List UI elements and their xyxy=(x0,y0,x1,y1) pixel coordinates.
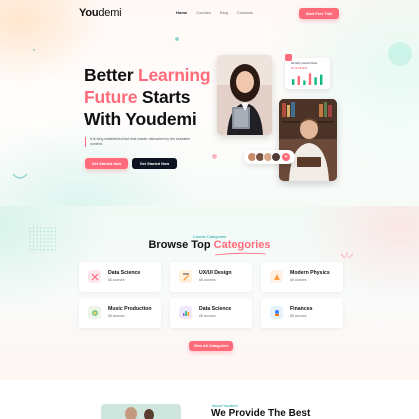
category-name: Music Production xyxy=(108,306,152,312)
hero-title: Better Learning Future Starts With Youde… xyxy=(84,64,211,130)
hero-photo-student-man xyxy=(279,99,337,181)
stats-mini-chart xyxy=(292,73,323,85)
atom-icon xyxy=(270,270,283,283)
category-name: UX/UI Design xyxy=(199,270,232,276)
stats-bar xyxy=(314,77,317,85)
stats-bar xyxy=(303,80,306,85)
category-course-count: 68 courses xyxy=(199,314,216,318)
music-icon xyxy=(88,306,101,319)
stats-bar xyxy=(292,79,295,85)
category-course-count: 68 courses xyxy=(108,278,125,282)
more-avatars-button[interactable]: + xyxy=(281,152,291,162)
category-card[interactable]: Modern Physics 68 courses xyxy=(261,262,343,292)
student-avatars: + xyxy=(244,150,295,164)
man-illustration xyxy=(279,99,337,181)
hero-title-highlight: Future xyxy=(84,87,138,107)
about-section xyxy=(0,380,419,419)
categories-title-part: Browse Top xyxy=(148,239,214,251)
start-free-trial-button[interactable]: Start Free Trial xyxy=(299,8,339,19)
category-card[interactable]: Music Production 68 courses xyxy=(79,298,161,328)
hero-section: Youdemi Home Courses Blog Contacts Start… xyxy=(0,0,419,206)
top-navbar: Youdemi Home Courses Blog Contacts Start… xyxy=(0,0,419,28)
category-name: Data Science xyxy=(199,306,232,312)
deco-dot-teal xyxy=(175,37,179,41)
category-course-count: 68 courses xyxy=(290,314,307,318)
about-photo xyxy=(101,404,181,419)
avatar xyxy=(271,152,281,162)
category-course-count: 68 courses xyxy=(290,278,307,282)
woman-illustration xyxy=(217,55,272,135)
categories-section xyxy=(0,206,419,380)
main-nav: Home Courses Blog Contacts xyxy=(176,10,253,15)
category-course-count: 68 courses xyxy=(108,314,125,318)
stats-bar xyxy=(297,75,300,85)
stats-tag-icon xyxy=(285,54,292,61)
nav-home[interactable]: Home xyxy=(176,10,187,15)
view-all-categories-button[interactable]: View All Categories xyxy=(189,341,233,351)
landing-page: Youdemi Home Courses Blog Contacts Start… xyxy=(0,0,419,419)
data-icon xyxy=(179,306,192,319)
category-card[interactable]: Data Science 68 courses xyxy=(79,262,161,292)
deco-blob-right xyxy=(388,42,412,66)
get-started-button-secondary[interactable]: Get Started Now xyxy=(132,158,177,169)
nav-courses[interactable]: Courses xyxy=(196,10,211,15)
hero-title-part: Starts xyxy=(137,87,191,107)
stats-bar xyxy=(320,74,323,85)
category-card[interactable]: UX/UI Design 68 courses xyxy=(170,262,252,292)
deco-smile-icon xyxy=(12,173,28,179)
about-illustration xyxy=(101,404,181,419)
category-name: Data Science xyxy=(108,270,141,276)
growth-stats-card: Monthly Growth Rate At of 23 Bits xyxy=(285,58,330,89)
nav-blog[interactable]: Blog xyxy=(220,10,228,15)
hero-title-part: Better xyxy=(84,65,139,85)
categories-title-highlight: Categories xyxy=(213,239,271,251)
hero-title-part: With Youdemi xyxy=(84,109,197,129)
get-started-button-primary[interactable]: Get Started Now xyxy=(85,158,128,169)
category-name: Finances xyxy=(290,306,313,312)
deco-dot-pink xyxy=(212,154,217,159)
category-card[interactable]: Data Science 68 courses xyxy=(170,298,252,328)
category-course-count: 68 courses xyxy=(199,278,216,282)
hero-description: It is long established fact that reader … xyxy=(85,137,197,147)
chart-icon xyxy=(88,270,101,283)
title-underline xyxy=(214,252,267,256)
stats-subtitle: At of 23 Bits xyxy=(291,65,308,70)
logo[interactable]: Youdemi xyxy=(79,7,122,19)
finance-icon xyxy=(270,306,283,319)
pen-icon xyxy=(179,270,192,283)
categories-title: Browse Top Categories xyxy=(0,239,419,251)
nav-contacts[interactable]: Contacts xyxy=(237,10,253,15)
about-title: We Provide The Best xyxy=(211,408,311,419)
hero-title-highlight: Learning xyxy=(138,65,211,85)
deco-dot-green xyxy=(33,49,35,51)
category-name: Modern Physics xyxy=(290,270,330,276)
stats-bar xyxy=(308,73,312,85)
category-card[interactable]: Finances 68 courses xyxy=(261,298,343,328)
hero-photo-student-woman xyxy=(217,55,272,135)
